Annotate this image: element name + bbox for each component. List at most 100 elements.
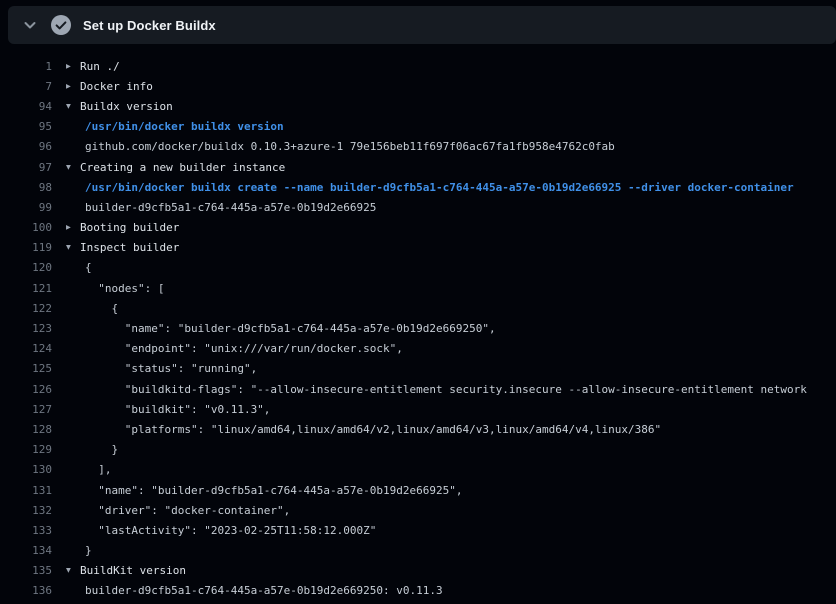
line-number[interactable]: 126: [0, 383, 52, 396]
log-line: 125 "status": "running",: [0, 359, 836, 379]
log-line: 124 "endpoint": "unix:///var/run/docker.…: [0, 339, 836, 359]
triangle-down-icon[interactable]: ▼: [66, 162, 80, 171]
log-text: "endpoint": "unix:///var/run/docker.sock…: [66, 342, 403, 355]
log-line[interactable]: 119 ▼Inspect builder: [0, 238, 836, 258]
line-number[interactable]: 135: [0, 564, 52, 577]
line-number[interactable]: 97: [0, 161, 52, 174]
log-line[interactable]: 94 ▼Buildx version: [0, 96, 836, 116]
log-line: 128 "platforms": "linux/amd64,linux/amd6…: [0, 419, 836, 439]
log-line[interactable]: 100 ▶Booting builder: [0, 218, 836, 238]
log-group-header[interactable]: ▼Buildx version: [66, 100, 173, 113]
log-line[interactable]: 7 ▶Docker info: [0, 76, 836, 96]
line-text: builder-d9cfb5a1-c764-445a-a57e-0b19d2e6…: [85, 201, 376, 214]
log-line: 95/usr/bin/docker buildx version: [0, 117, 836, 137]
log-text: ],: [66, 463, 112, 476]
log-group-header[interactable]: ▼Inspect builder: [66, 241, 179, 254]
log-text: "nodes": [: [66, 282, 164, 295]
line-number[interactable]: 127: [0, 403, 52, 416]
line-text: "nodes": [: [85, 282, 164, 295]
log-text: /usr/bin/docker buildx version: [66, 120, 284, 133]
log-text: }: [66, 443, 118, 456]
line-number[interactable]: 120: [0, 261, 52, 274]
log-line: 129 }: [0, 440, 836, 460]
actions-log-viewer: Set up Docker Buildx 1▶Run ./7▶Docker in…: [0, 0, 836, 604]
log-group-header[interactable]: ▶Docker info: [66, 80, 153, 93]
log-group-header[interactable]: ▼BuildKit version: [66, 564, 186, 577]
log-text: builder-d9cfb5a1-c764-445a-a57e-0b19d2e6…: [66, 584, 443, 597]
line-text: /usr/bin/docker buildx version: [85, 120, 284, 133]
log-text: "buildkitd-flags": "--allow-insecure-ent…: [66, 383, 807, 396]
triangle-right-icon[interactable]: ▶: [66, 61, 80, 70]
line-number[interactable]: 128: [0, 423, 52, 436]
log-group-header[interactable]: ▶Booting builder: [66, 221, 179, 234]
log-line: 136 builder-d9cfb5a1-c764-445a-a57e-0b19d…: [0, 581, 836, 601]
line-number[interactable]: 100: [0, 221, 52, 234]
line-number[interactable]: 132: [0, 504, 52, 517]
line-number[interactable]: 121: [0, 282, 52, 295]
group-title: Creating a new builder instance: [80, 161, 285, 174]
line-number[interactable]: 129: [0, 443, 52, 456]
line-number[interactable]: 123: [0, 322, 52, 335]
line-text: "endpoint": "unix:///var/run/docker.sock…: [85, 342, 403, 355]
line-text: {: [85, 261, 92, 274]
triangle-down-icon[interactable]: ▼: [66, 243, 80, 252]
line-number[interactable]: 99: [0, 201, 52, 214]
line-number[interactable]: 134: [0, 544, 52, 557]
log-text: "name": "builder-d9cfb5a1-c764-445a-a57e…: [66, 322, 496, 335]
log-line[interactable]: 135 ▼BuildKit version: [0, 561, 836, 581]
line-number[interactable]: 7: [0, 80, 52, 93]
triangle-right-icon[interactable]: ▶: [66, 81, 80, 90]
line-text: "buildkitd-flags": "--allow-insecure-ent…: [85, 383, 807, 396]
line-number[interactable]: 96: [0, 140, 52, 153]
step-header[interactable]: Set up Docker Buildx: [8, 6, 836, 44]
log-line: 126 "buildkitd-flags": "--allow-insecure…: [0, 379, 836, 399]
line-number[interactable]: 98: [0, 181, 52, 194]
line-number[interactable]: 122: [0, 302, 52, 315]
triangle-down-icon[interactable]: ▼: [66, 101, 80, 110]
line-number[interactable]: 130: [0, 463, 52, 476]
line-number[interactable]: 94: [0, 100, 52, 113]
log-text: "name": "builder-d9cfb5a1-c764-445a-a57e…: [66, 484, 463, 497]
group-title: Docker info: [80, 80, 153, 93]
log-line: 134}: [0, 541, 836, 561]
log-text: "platforms": "linux/amd64,linux/amd64/v2…: [66, 423, 661, 436]
log-line: 99 builder-d9cfb5a1-c764-445a-a57e-0b19d2…: [0, 197, 836, 217]
log-line[interactable]: 1 ▶Run ./: [0, 56, 836, 76]
chevron-down-icon[interactable]: [22, 17, 38, 33]
line-number[interactable]: 125: [0, 362, 52, 375]
triangle-down-icon[interactable]: ▼: [66, 566, 80, 575]
line-number[interactable]: 136: [0, 584, 52, 597]
line-number[interactable]: 131: [0, 484, 52, 497]
log-text: "lastActivity": "2023-02-25T11:58:12.000…: [66, 524, 376, 537]
line-text: "driver": "docker-container",: [85, 504, 290, 517]
log-line: 132 "driver": "docker-container",: [0, 500, 836, 520]
log-line: 98/usr/bin/docker buildx create --name b…: [0, 177, 836, 197]
line-text: "platforms": "linux/amd64,linux/amd64/v2…: [85, 423, 661, 436]
log-lines: 1▶Run ./7▶Docker info94▼Buildx version95…: [0, 56, 836, 604]
log-group-header[interactable]: ▶Run ./: [66, 60, 120, 73]
line-text: ],: [85, 463, 112, 476]
log-text: "status": "running",: [66, 362, 257, 375]
line-number[interactable]: 133: [0, 524, 52, 537]
log-text: {: [66, 302, 118, 315]
check-circle-icon: [51, 15, 71, 35]
log-group-header[interactable]: ▼Creating a new builder instance: [66, 161, 285, 174]
line-number[interactable]: 119: [0, 241, 52, 254]
log-text: "driver": "docker-container",: [66, 504, 290, 517]
line-text: }: [85, 443, 118, 456]
log-text: /usr/bin/docker buildx create --name bui…: [66, 181, 794, 194]
log-line[interactable]: 97 ▼Creating a new builder instance: [0, 157, 836, 177]
line-number[interactable]: 95: [0, 120, 52, 133]
line-number[interactable]: 124: [0, 342, 52, 355]
line-text: /usr/bin/docker buildx create --name bui…: [85, 181, 794, 194]
triangle-right-icon[interactable]: ▶: [66, 223, 80, 232]
group-title: Run ./: [80, 60, 120, 73]
line-number[interactable]: 1: [0, 60, 52, 73]
group-title: Inspect builder: [80, 241, 179, 254]
line-text: "status": "running",: [85, 362, 257, 375]
log-line: 120 {: [0, 258, 836, 278]
log-line: 133 "lastActivity": "2023-02-25T11:58:12…: [0, 520, 836, 540]
log-text: }: [66, 544, 92, 557]
group-title: Buildx version: [80, 100, 173, 113]
line-text: github.com/docker/buildx 0.10.3+azure-1 …: [85, 140, 615, 153]
